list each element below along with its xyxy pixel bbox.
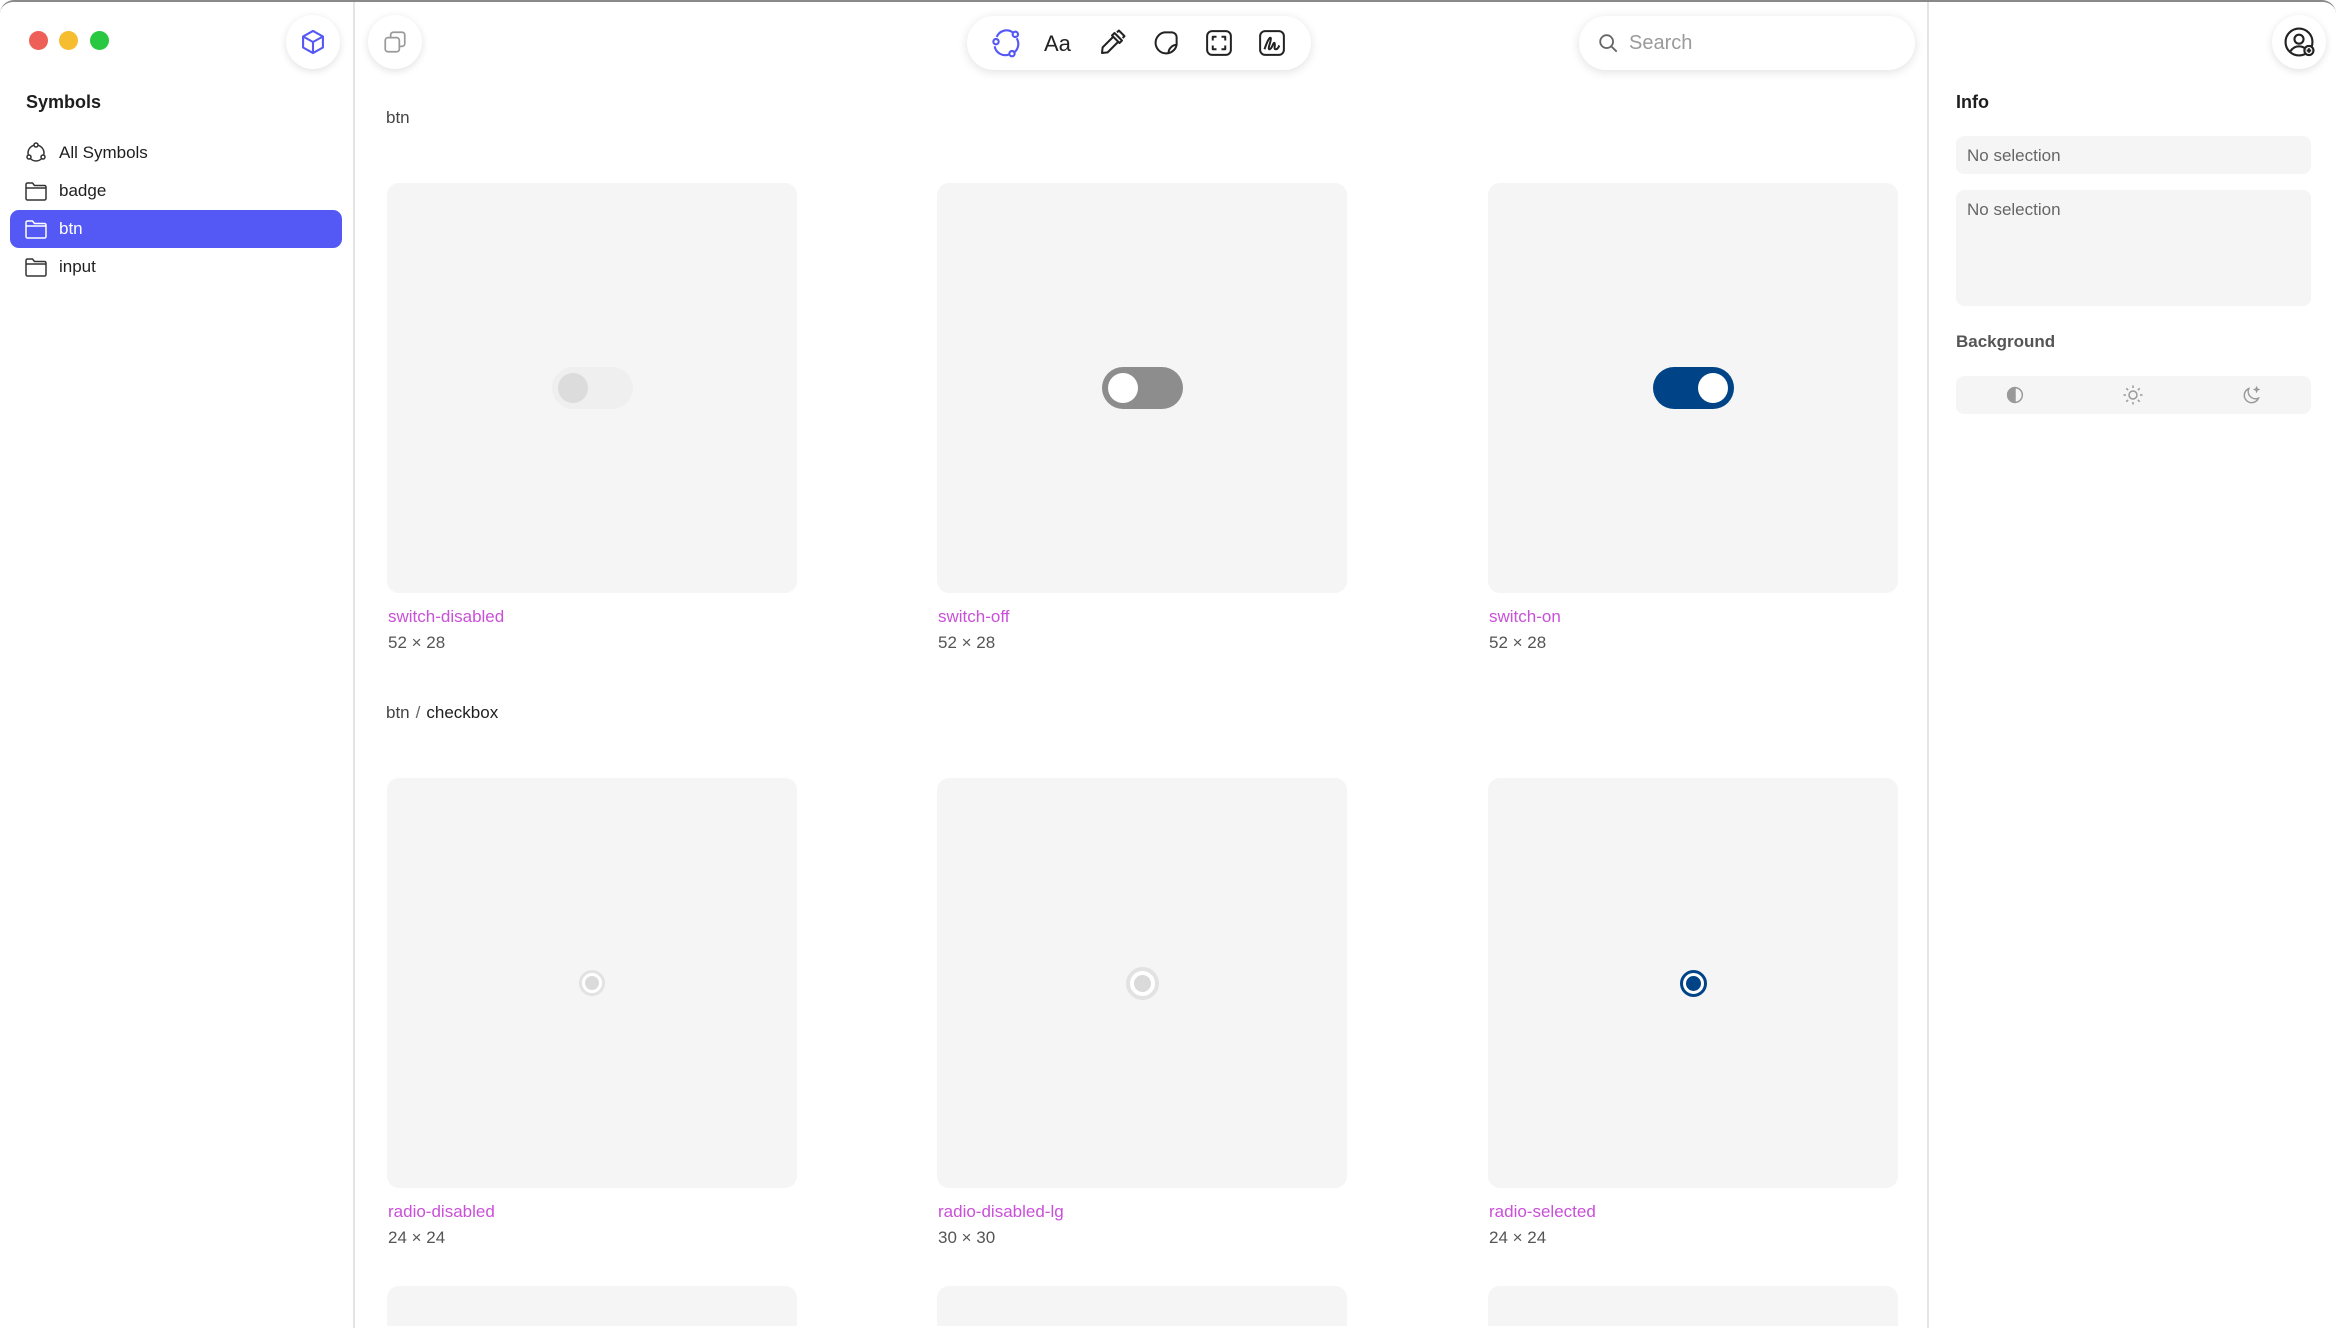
symbol-preview xyxy=(387,183,797,593)
sidebar-title: Symbols xyxy=(26,92,102,112)
add-user-icon xyxy=(2284,27,2315,57)
folder-icon xyxy=(25,182,47,201)
radio-selected-preview xyxy=(1679,969,1707,997)
sidebar-item-all-symbols[interactable]: All Symbols xyxy=(10,134,342,172)
symbol-card[interactable]: switch-off 52 × 28 xyxy=(937,183,1347,653)
symbol-preview xyxy=(937,1286,1347,1326)
maximize-window-button[interactable] xyxy=(90,31,109,50)
symbol-card[interactable]: switch-on 52 × 28 xyxy=(1488,183,1898,653)
symbol-size: 52 × 28 xyxy=(938,633,996,652)
auto-contrast-icon xyxy=(2007,386,2024,404)
symbol-size: 24 × 24 xyxy=(388,1228,446,1247)
text-tool-icon: Aa xyxy=(1044,31,1072,56)
close-window-button[interactable] xyxy=(29,31,48,50)
background-light-option[interactable] xyxy=(2103,380,2163,410)
symbols-tool-icon xyxy=(991,29,1019,58)
tool-text[interactable]: Aa xyxy=(1039,23,1079,63)
sidebar: Symbols All Symbols badge btn input xyxy=(0,2,355,1328)
tool-symbols[interactable] xyxy=(986,23,1026,63)
symbol-preview xyxy=(1488,183,1898,593)
duplicate-icon xyxy=(384,31,406,53)
symbol-size: 30 × 30 xyxy=(938,1228,996,1247)
sidebar-list: All Symbols badge btn input xyxy=(10,134,342,286)
tool-frame[interactable] xyxy=(1199,23,1239,63)
sidebar-item-btn[interactable]: btn xyxy=(10,210,342,248)
symbol-card[interactable] xyxy=(387,1286,797,1326)
group-child: checkbox xyxy=(426,703,499,722)
symbol-preview xyxy=(387,1286,797,1326)
background-label: Background xyxy=(1956,332,2056,351)
tool-sticker[interactable] xyxy=(1146,23,1186,63)
folder-icon xyxy=(25,220,47,239)
symbol-card[interactable] xyxy=(1488,1286,1898,1326)
search-field[interactable] xyxy=(1579,16,1915,70)
symbol-card[interactable]: radio-disabled-lg 30 × 30 xyxy=(937,778,1347,1248)
account-button[interactable] xyxy=(2272,15,2326,69)
sidebar-item-label: badge xyxy=(59,181,107,200)
symbol-name: radio-selected xyxy=(1489,1202,1596,1221)
group-title-text: btn xyxy=(386,108,410,127)
symbol-size: 24 × 24 xyxy=(1489,1228,1547,1247)
symbol-preview xyxy=(387,778,797,1188)
tool-palette: Aa xyxy=(967,16,1311,70)
radio-disabled-lg-preview xyxy=(1125,966,1159,1000)
app-window: Symbols All Symbols badge btn input Aa S… xyxy=(0,0,2336,1328)
symbol-name: radio-disabled-lg xyxy=(938,1202,1064,1221)
sticker-icon xyxy=(1154,31,1178,55)
symbol-card[interactable]: radio-disabled 24 × 24 xyxy=(387,778,797,1248)
name-field[interactable]: No selection xyxy=(1956,136,2311,174)
svg-text:Aa: Aa xyxy=(1044,31,1072,56)
switch-on-preview xyxy=(1652,367,1734,409)
group-parent: btn xyxy=(386,703,410,722)
symbol-size: 52 × 28 xyxy=(388,633,446,652)
background-dark-option[interactable] xyxy=(2222,380,2282,410)
all-symbols-icon xyxy=(26,142,46,162)
cube-icon xyxy=(302,29,324,55)
minimize-window-button[interactable] xyxy=(59,31,78,50)
switch-off-preview xyxy=(1101,367,1183,409)
symbol-card[interactable] xyxy=(937,1286,1347,1326)
background-auto-option[interactable] xyxy=(1985,380,2045,410)
symbol-card[interactable]: switch-disabled 52 × 28 xyxy=(387,183,797,653)
symbol-card[interactable]: radio-selected 24 × 24 xyxy=(1488,778,1898,1248)
switch-disabled-preview xyxy=(551,367,633,409)
tool-color-picker[interactable] xyxy=(1092,23,1132,63)
radio-disabled-preview xyxy=(579,970,605,996)
symbol-name: switch-off xyxy=(938,607,1010,626)
breadcrumb-separator: / xyxy=(415,703,421,722)
symbol-name: switch-on xyxy=(1489,607,1561,626)
symbol-name: radio-disabled xyxy=(388,1202,495,1221)
symbols-canvas: Aa btn switch- xyxy=(357,2,1927,1328)
symbol-preview xyxy=(937,778,1347,1188)
folder-icon xyxy=(25,258,47,277)
sidebar-item-label: All Symbols xyxy=(59,143,148,162)
symbol-preview xyxy=(1488,778,1898,1188)
duplicate-button[interactable] xyxy=(368,15,422,69)
search-icon xyxy=(1599,34,1618,53)
symbol-preview xyxy=(937,183,1347,593)
tool-signature[interactable] xyxy=(1252,23,1292,63)
sidebar-item-label: btn xyxy=(59,219,83,238)
sidebar-item-label: input xyxy=(59,257,96,276)
dark-mode-icon xyxy=(2243,385,2261,404)
symbol-name: switch-disabled xyxy=(388,607,505,626)
sidebar-item-badge[interactable]: badge xyxy=(10,172,342,210)
frame-icon xyxy=(1206,30,1232,56)
color-picker-icon xyxy=(1101,29,1126,54)
search-input[interactable] xyxy=(1629,31,1889,55)
signature-icon xyxy=(1259,30,1286,56)
inspector-panel: Info No selection No selection Backgroun… xyxy=(1927,2,2336,1328)
symbol-size: 52 × 28 xyxy=(1489,633,1547,652)
group-breadcrumb: btn / checkbox xyxy=(386,703,498,723)
light-mode-icon xyxy=(2123,385,2143,405)
sidebar-item-input[interactable]: input xyxy=(10,248,342,286)
background-segmented-control xyxy=(1956,376,2311,414)
group-title: btn xyxy=(386,108,410,128)
inspector-title: Info xyxy=(1956,92,1989,112)
symbols-library-button[interactable] xyxy=(286,15,340,69)
symbol-preview xyxy=(1488,1286,1898,1326)
notes-field[interactable]: No selection xyxy=(1956,190,2311,306)
